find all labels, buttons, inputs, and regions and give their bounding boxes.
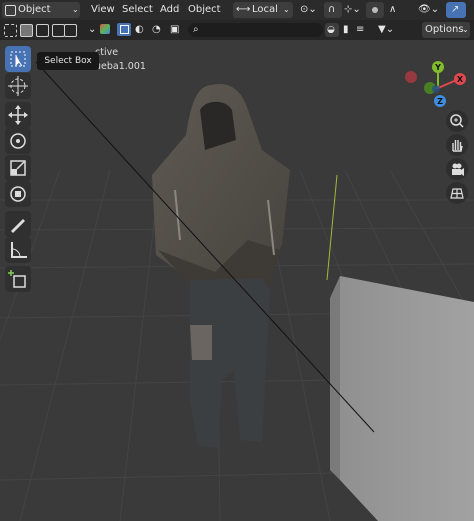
gizmo-z-label: Z	[437, 97, 443, 106]
menu-object[interactable]: Object	[188, 2, 221, 18]
proportional-editing-toggle[interactable]	[366, 2, 384, 18]
tool-move[interactable]	[5, 102, 31, 128]
tool-rotate[interactable]	[5, 128, 31, 154]
falloff-icon[interactable]: ∧	[389, 2, 396, 18]
transform-orientation-selector[interactable]: ⟷ Local ⌄	[233, 2, 293, 18]
camera-icon	[452, 163, 464, 176]
filter-camera-icon[interactable]: ◔	[152, 22, 161, 38]
chevron-down-icon: ⌄	[72, 5, 79, 14]
zoom-button[interactable]	[446, 110, 468, 132]
select-mode-subtract-icon[interactable]	[36, 24, 49, 37]
invert-icon: ◒	[327, 25, 335, 35]
y-axis-line	[326, 174, 338, 281]
annotate-icon	[11, 219, 25, 233]
3d-viewport[interactable]: Y X Z ctive ueba1.001	[0, 40, 474, 521]
gizmo-icon: ↗	[451, 4, 460, 15]
proportional-icon	[372, 7, 378, 13]
tool-scale[interactable]	[5, 155, 31, 181]
gizmo-x-label: X	[457, 75, 464, 84]
object-mode-icon	[5, 5, 16, 16]
tool-add-cube[interactable]	[5, 266, 31, 292]
gizmo-neg-x-handle	[405, 71, 417, 83]
tool-cursor[interactable]	[5, 73, 31, 99]
gizmo-toggle[interactable]: ↗	[446, 2, 466, 18]
filter-options-icon[interactable]: ≡	[356, 22, 364, 38]
invert-search-toggle[interactable]: ◒	[325, 23, 339, 37]
move-icon	[8, 105, 28, 125]
magnet-icon: ∩	[328, 4, 336, 15]
hand-icon	[452, 140, 463, 152]
snap-toggle[interactable]: ∩	[324, 2, 342, 18]
chevron-down-icon: ⌄	[283, 5, 290, 14]
snap-target-icon[interactable]: ⊹⌄	[344, 2, 361, 18]
filter-mesh-icon[interactable]	[117, 23, 131, 36]
tool-transform[interactable]	[5, 181, 31, 207]
rotate-icon	[10, 133, 26, 149]
viewport-info-object: ueba1.001	[95, 61, 146, 72]
tooltip: Select Box	[37, 52, 99, 70]
options-label: Options	[425, 24, 464, 35]
filter-world-icon[interactable]: ◐	[135, 22, 144, 38]
transform-icon	[10, 186, 26, 202]
character-model	[152, 84, 290, 448]
search-icon: ⌕	[193, 24, 199, 35]
object-types-icon[interactable]	[100, 24, 110, 34]
mode-selector[interactable]: Object Mode ⌄	[2, 2, 80, 31]
select-box-icon	[10, 51, 26, 67]
scale-icon	[10, 160, 26, 176]
menu-select[interactable]: Select	[122, 2, 153, 18]
cursor-icon	[8, 76, 28, 96]
camera-view-button[interactable]	[446, 158, 468, 180]
viewport-scene: Y X Z	[0, 61, 474, 521]
gizmo-y-label: Y	[434, 63, 441, 72]
orientation-label: Local	[252, 4, 278, 15]
select-mode-new-icon[interactable]	[4, 24, 17, 37]
pan-button[interactable]	[446, 134, 468, 156]
header-bar: Object Mode ⌄ View Select Add Object ⟷ L…	[0, 0, 474, 31]
orientation-icon: ⟷	[236, 4, 251, 15]
cube-object	[330, 276, 474, 521]
search-input[interactable]: ⌕	[188, 23, 323, 37]
chevron-down-icon[interactable]: ⌄	[88, 22, 96, 38]
bookmark-icon[interactable]: ▮	[343, 22, 349, 38]
filter-image-icon[interactable]: ▣	[170, 22, 179, 38]
select-mode-extend-icon[interactable]	[20, 24, 33, 37]
navigation-gizmo[interactable]: Y X Z	[405, 61, 466, 107]
filter-funnel-icon[interactable]: ▼⌄	[378, 22, 394, 38]
pivot-point-icon[interactable]: ⊙⌄	[300, 2, 317, 18]
grid-perspective-icon	[450, 188, 464, 199]
tool-settings-bar: ⌄ ◐ ◔ ▣ ⌕ ◒ ▮ ≡ ▼⌄ Options ⌄	[0, 20, 474, 40]
select-mode-intersect-icon[interactable]	[64, 24, 77, 37]
measure-icon	[11, 242, 27, 258]
options-dropdown[interactable]: Options ⌄	[422, 22, 470, 38]
tool-measure[interactable]	[5, 237, 31, 263]
menu-add[interactable]: Add	[160, 2, 179, 18]
visibility-eye-icon[interactable]: 👁⌄	[418, 2, 439, 18]
menu-view[interactable]: View	[91, 2, 115, 18]
tool-select-box[interactable]	[5, 46, 31, 72]
zoom-icon	[450, 114, 464, 128]
chevron-down-icon: ⌄	[462, 25, 469, 34]
tool-annotate[interactable]	[5, 211, 31, 237]
add-cube-icon	[8, 270, 26, 288]
perspective-toggle-button[interactable]	[446, 182, 468, 204]
